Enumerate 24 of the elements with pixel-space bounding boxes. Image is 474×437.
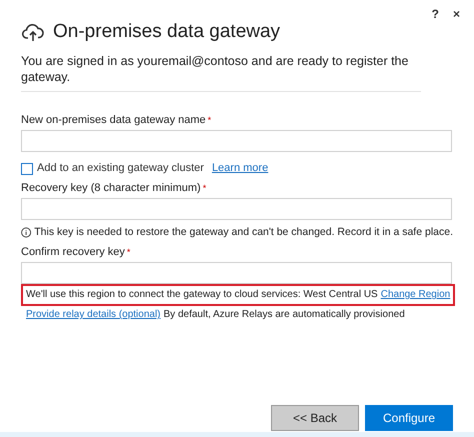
close-button[interactable]: × — [452, 5, 460, 23]
required-mark: * — [208, 114, 212, 126]
help-button[interactable]: ? — [432, 5, 439, 23]
relay-text: By default, Azure Relays are automatically provisioned — [164, 308, 405, 322]
info-icon — [21, 227, 32, 238]
field-label: Confirm recovery key — [21, 245, 125, 260]
window-title: On-premises data gateway — [53, 20, 280, 44]
back-button[interactable]: << Back — [271, 404, 359, 430]
required-mark: * — [126, 246, 130, 258]
input-field[interactable] — [21, 130, 452, 152]
change-region-link[interactable]: Change Region — [380, 287, 450, 302]
required-mark: * — [202, 182, 206, 194]
intro-text: You are signed in as youremail@contoso and are ready to register the gateway. — [21, 52, 421, 92]
checkbox-label: Add to an existing gateway cluster — [37, 161, 204, 176]
region-text: We'll use this region to connect the gateway to cloud services: West Central US — [26, 288, 378, 302]
relay-details-link[interactable]: Provide relay details (optional) — [26, 307, 161, 322]
learn-more-link[interactable]: Learn more — [212, 160, 268, 177]
input-field[interactable] — [21, 198, 452, 220]
field-label: Recovery key (8 character minimum) — [21, 181, 201, 196]
field-label: New on-premises data gateway name — [21, 113, 206, 128]
checkbox[interactable] — [21, 162, 33, 174]
configure-button[interactable]: Configure — [365, 404, 453, 430]
input-field[interactable] — [21, 262, 452, 284]
info-text: This key is needed to restore the gateway and can't be changed. Record it in a safe place. — [34, 224, 453, 240]
